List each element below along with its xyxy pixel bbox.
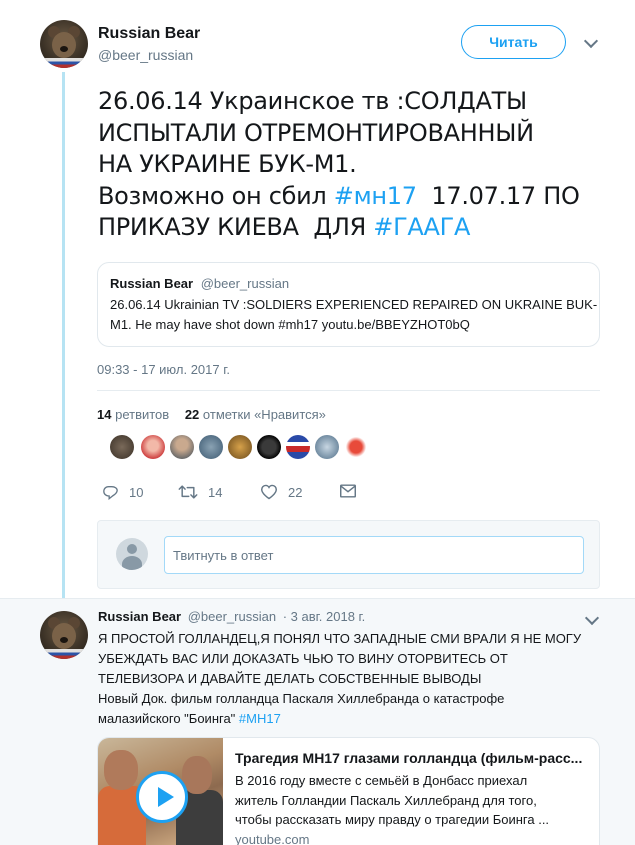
tweet-text-line: ИСПЫТАЛИ ОТРЕМОНТИРОВАННЫЙ (98, 118, 534, 147)
reply-composer: Твитнуть в ответ (97, 520, 600, 589)
reply-input[interactable]: Твитнуть в ответ (164, 536, 584, 574)
card-description: В 2016 году вместе с семьёй в Донбасс пр… (235, 771, 591, 830)
retweet-icon (178, 485, 198, 499)
liker-avatar[interactable] (199, 435, 223, 459)
card-title: Трагедия МН17 глазами голландца (фильм-р… (235, 750, 583, 766)
quoted-author-handle: @beer_russian (200, 276, 290, 291)
engagement-stats: 14 ретвитов 22 отметки «Нравится» (97, 407, 326, 422)
retweets-stat[interactable]: 14 ретвитов (97, 407, 169, 422)
hashtag-link[interactable]: #мн17 (334, 182, 417, 210)
main-tweet: Russian Bear @beer_russian Читать 26.06.… (0, 0, 635, 600)
author-handle[interactable]: @beer_russian (98, 47, 193, 63)
quoted-text-line: M1. He may have shot down #mh17 youtu.be… (110, 317, 470, 332)
envelope-icon (340, 484, 356, 498)
author-avatar[interactable] (40, 20, 88, 68)
tweet-meta: Russian Bear @beer_russian · 3 авг. 2018… (98, 609, 365, 624)
quoted-tweet[interactable]: Russian Bear @beer_russian 26.06.14 Ukra… (97, 262, 600, 347)
reply-icon (103, 486, 118, 500)
retweet-count: 14 (208, 484, 223, 500)
liker-avatar[interactable] (286, 435, 310, 459)
retweet-action[interactable]: 14 (178, 484, 222, 500)
card-description-line: чтобы рассказать миру правду о трагедии … (235, 812, 550, 827)
heart-icon (260, 484, 278, 500)
direct-message-action[interactable] (340, 484, 366, 498)
reply-action[interactable]: 10 (102, 484, 143, 500)
liker-avatar[interactable] (110, 435, 134, 459)
liker-avatar[interactable] (141, 435, 165, 459)
tweet-text-line: 26.06.14 Украинское тв :СОЛДАТЫ (98, 87, 527, 115)
like-count: 22 (288, 484, 303, 500)
tweet-text-line: Возможно он сбил #мн17 17.07.17 ПО (98, 181, 580, 210)
card-description-line: житель Голландии Паскаль Хиллебранд для … (235, 792, 537, 808)
video-thumbnail[interactable] (98, 738, 223, 845)
hashtag-link[interactable]: #МН17 (239, 711, 281, 726)
quoted-text-line: 26.06.14 Ukrainian TV :SOLDIERS EXPERIEN… (110, 297, 598, 312)
hashtag-link[interactable]: #ГААГА (373, 213, 470, 241)
author-name[interactable]: Russian Bear (98, 25, 200, 43)
liker-avatar[interactable] (170, 435, 194, 459)
tweet-text-line: Новый Док. фильм голландца Паскаля Хилле… (98, 691, 505, 706)
likes-stat[interactable]: 22 отметки «Нравится» (185, 407, 326, 422)
quoted-author-name: Russian Bear (110, 276, 194, 291)
author-handle[interactable]: @beer_russian (188, 609, 276, 624)
reply-tweet[interactable]: Russian Bear @beer_russian · 3 авг. 2018… (0, 598, 635, 845)
tweet-timestamp[interactable]: 09:33 - 17 июл. 2017 г. (97, 362, 230, 377)
tweet-text-line: малазийского "Боинга" #МН17 (98, 711, 281, 726)
tweet-text-line: ПРИКАЗУ КИЕВА ДЛЯ #ГААГА (98, 213, 471, 241)
tweet-date[interactable]: · 3 авг. 2018 г. (283, 609, 366, 624)
follow-button[interactable]: Читать (461, 25, 566, 59)
liker-avatar[interactable] (228, 435, 252, 459)
tweet-text-line: ТЕЛЕВИЗОРА И ДАВАЙТЕ ДЕЛАТЬ СОБСТВЕННЫЕ … (98, 671, 482, 686)
liker-avatar[interactable] (257, 435, 281, 459)
tweet-text: 26.06.14 Украинское тв :СОЛДАТЫ ИСПЫТАЛИ… (98, 86, 608, 244)
liker-avatar[interactable] (344, 435, 368, 459)
tweet-text: Я ПРОСТОЙ ГОЛЛАНДЕЦ,Я ПОНЯЛ ЧТО ЗАПАДНЫЕ… (98, 629, 603, 729)
link-card[interactable]: Трагедия МН17 глазами голландца (фильм-р… (97, 737, 600, 845)
card-domain: youtube.com (235, 831, 310, 845)
tweet-text-line: НА УКРАИНЕ БУК-М1. (98, 150, 357, 178)
chevron-down-icon[interactable] (583, 33, 599, 49)
user-avatar (116, 538, 148, 570)
tweet-text-line: УБЕЖДАТЬ ВАС ИЛИ ДОКАЗАТЬ ЧЬЮ ТО ВИНУ ОТ… (98, 651, 508, 666)
card-description-line: В 2016 году вместе с семьёй в Донбасс пр… (235, 773, 528, 788)
divider (97, 390, 600, 391)
reply-count: 10 (129, 484, 144, 500)
liker-avatar[interactable] (315, 435, 339, 459)
chevron-down-icon[interactable] (584, 610, 600, 626)
like-action[interactable]: 22 (260, 484, 302, 500)
author-name[interactable]: Russian Bear (98, 609, 181, 624)
tweet-text-line: Я ПРОСТОЙ ГОЛЛАНДЕЦ,Я ПОНЯЛ ЧТО ЗАПАДНЫЕ… (98, 631, 582, 646)
author-avatar[interactable] (40, 611, 88, 659)
play-icon[interactable] (136, 771, 188, 823)
